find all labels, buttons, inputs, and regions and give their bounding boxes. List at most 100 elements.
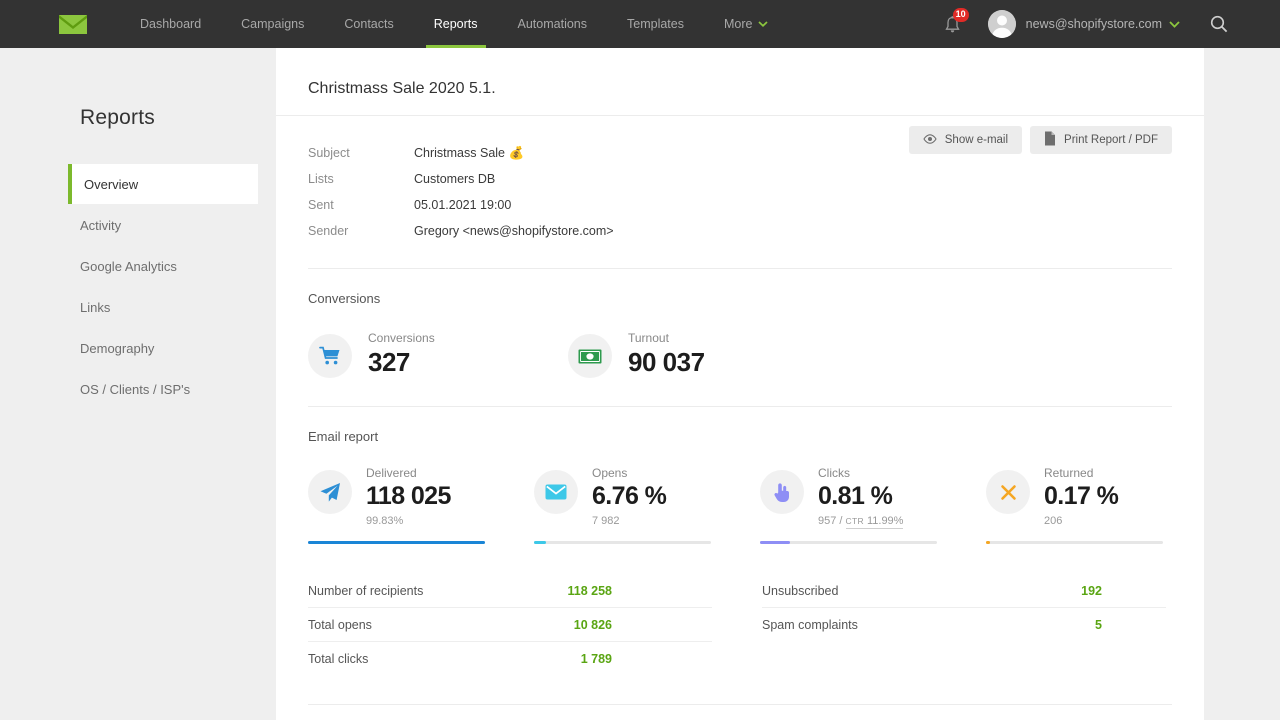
sidebar-item-label: Google Analytics: [80, 259, 177, 274]
meta-value: Christmass Sale 💰: [414, 140, 524, 166]
stat-value: 6.76 %: [592, 481, 666, 512]
report-actions: Show e-mail Print Report / PDF: [909, 126, 1172, 154]
stat-value: 0.17 %: [1044, 481, 1118, 512]
table-row: Spam complaints5: [762, 608, 1166, 642]
meta-label: Sender: [308, 218, 414, 244]
page-title: Reports: [80, 106, 276, 130]
chevron-down-icon[interactable]: [1169, 21, 1180, 28]
sidebar-item-list: Overview Activity Google Analytics Links Dem…: [0, 164, 276, 409]
sidebar-item-os-clients-isp-s[interactable]: OS / Clients / ISP's: [0, 369, 276, 409]
totals-left-table: Number of recipients118 258 Total opens 10…: [308, 574, 712, 676]
user-email-label[interactable]: news@shopifystore.com: [1026, 17, 1162, 31]
table-row-label: Spam complaints: [762, 618, 858, 632]
stat-sub-ctr-label: CTR: [846, 516, 864, 526]
envelope-icon: [534, 470, 578, 514]
table-row-value: 1 789: [581, 652, 712, 666]
totals-tables: Number of recipients118 258 Total opens 10…: [308, 548, 1172, 676]
nav-item-campaigns[interactable]: Campaigns: [221, 0, 324, 48]
print-report-button[interactable]: Print Report / PDF: [1030, 126, 1172, 154]
conversions-tile-label: Conversions: [368, 330, 435, 346]
stat-sub-prefix: 957 /: [818, 515, 846, 527]
stat-label: Delivered: [366, 466, 451, 481]
show-email-button[interactable]: Show e-mail: [909, 126, 1022, 154]
stat-value: 0.81 %: [818, 481, 903, 512]
sidebar-item-label: Demography: [80, 341, 154, 356]
stat-value: 118 025: [366, 481, 451, 512]
sidebar-item-google-analytics[interactable]: Google Analytics: [0, 246, 276, 286]
campaign-meta: SubjectChristmass Sale 💰ListsCustomers D…: [308, 116, 1172, 244]
report-card: Christmass Sale 2020 5.1. SubjectChristm…: [276, 48, 1204, 720]
sidebar-item-demography[interactable]: Demography: [0, 328, 276, 368]
stat-sub-ctr-value: 11.99%: [864, 515, 904, 527]
table-row: Unsubscribed 192: [762, 574, 1166, 608]
campaign-meta-section: SubjectChristmass Sale 💰ListsCustomers D…: [276, 116, 1204, 244]
stat-sub: 957 / CTR 11.99%: [818, 513, 903, 529]
nav-item-label: Contacts: [344, 17, 393, 31]
stat-sub: 7 982: [592, 513, 666, 529]
stat-card-delivered: Delivered118 02599.83%: [308, 466, 534, 544]
nav-item-label: Templates: [627, 17, 684, 31]
stat-progress-bar: [308, 541, 485, 544]
turnout-tile-label: Turnout: [628, 330, 705, 346]
print-report-label: Print Report / PDF: [1064, 134, 1158, 146]
eye-icon: [923, 134, 937, 147]
paper-plane-icon: [308, 470, 352, 514]
close-x-icon: [986, 470, 1030, 514]
stat-progress-fill: [534, 541, 546, 544]
avatar[interactable]: [988, 10, 1016, 38]
stat-progress-bar: [986, 541, 1163, 544]
chevron-down-icon[interactable]: [758, 21, 768, 27]
sidebar-item-overview[interactable]: Overview: [68, 164, 258, 204]
page-body: Reports Overview Activity Google Analytics…: [0, 48, 1280, 720]
table-row-value: 10 826: [574, 618, 712, 632]
nav-item-more[interactable]: More: [704, 0, 788, 48]
email-report-section: Email report Delivered118 02599.83%Opens…: [276, 407, 1204, 676]
main-nav: Dashboard Campaigns Contacts Reports Automat…: [120, 0, 788, 48]
meta-label: Subject: [308, 140, 414, 166]
table-row: Number of recipients118 258: [308, 574, 712, 608]
top-navigation-bar: Dashboard Campaigns Contacts Reports Automat…: [0, 0, 1280, 48]
table-row-label: Number of recipients: [308, 584, 423, 598]
meta-row: SenderGregory <news@shopifystore.com>: [308, 218, 1172, 244]
sidebar-item-links[interactable]: Links: [0, 287, 276, 327]
sidebar: Reports Overview Activity Google Analytics…: [0, 48, 276, 720]
nav-item-contacts[interactable]: Contacts: [324, 0, 413, 48]
conversions-tile: Conversions 327: [308, 330, 568, 378]
nav-item-dashboard[interactable]: Dashboard: [120, 0, 221, 48]
table-row-label: Total opens: [308, 618, 372, 632]
table-row-label: Unsubscribed: [762, 584, 838, 598]
shopping-cart-icon: [308, 334, 352, 378]
sidebar-item-label: Overview: [84, 177, 138, 192]
nav-item-label: Automations: [518, 17, 587, 31]
search-icon[interactable]: [1210, 15, 1228, 33]
nav-item-label: Reports: [434, 17, 478, 31]
envelope-logo-icon[interactable]: [58, 14, 88, 34]
notification-badge: 10: [953, 8, 969, 22]
nav-item-reports[interactable]: Reports: [414, 0, 498, 48]
meta-value: Customers DB: [414, 166, 495, 192]
top-right-controls: 10 news@shopifystore.com: [944, 10, 1228, 38]
divider-bottom: [308, 704, 1172, 705]
document-icon: [1044, 131, 1056, 149]
stat-card-opens: Opens6.76 %7 982: [534, 466, 760, 544]
conversions-section-title: Conversions: [308, 269, 1172, 306]
nav-item-label: Campaigns: [241, 17, 304, 31]
nav-item-automations[interactable]: Automations: [498, 0, 607, 48]
stat-card-clicks: Clicks0.81 %957 / CTR 11.99%: [760, 466, 986, 544]
sidebar-item-label: Links: [80, 300, 110, 315]
table-row-value: 192: [1081, 584, 1166, 598]
stat-label: Opens: [592, 466, 666, 481]
meta-row: Sent05.01.2021 19:00: [308, 192, 1172, 218]
notifications-button[interactable]: 10: [944, 12, 966, 36]
meta-label: Lists: [308, 166, 414, 192]
banknote-icon: [568, 334, 612, 378]
table-row-label: Total clicks: [308, 652, 368, 666]
conversions-tiles: Conversions 327 Turnout 90 037: [308, 306, 1172, 378]
nav-item-templates[interactable]: Templates: [607, 0, 704, 48]
email-report-section-title: Email report: [308, 407, 1172, 444]
stat-progress-bar: [760, 541, 937, 544]
sidebar-item-activity[interactable]: Activity: [0, 205, 276, 245]
totals-right-table: Unsubscribed 192 Spam complaints5: [762, 574, 1166, 676]
turnout-tile: Turnout 90 037: [568, 330, 808, 378]
campaign-title: Christmass Sale 2020 5.1.: [276, 48, 1204, 116]
